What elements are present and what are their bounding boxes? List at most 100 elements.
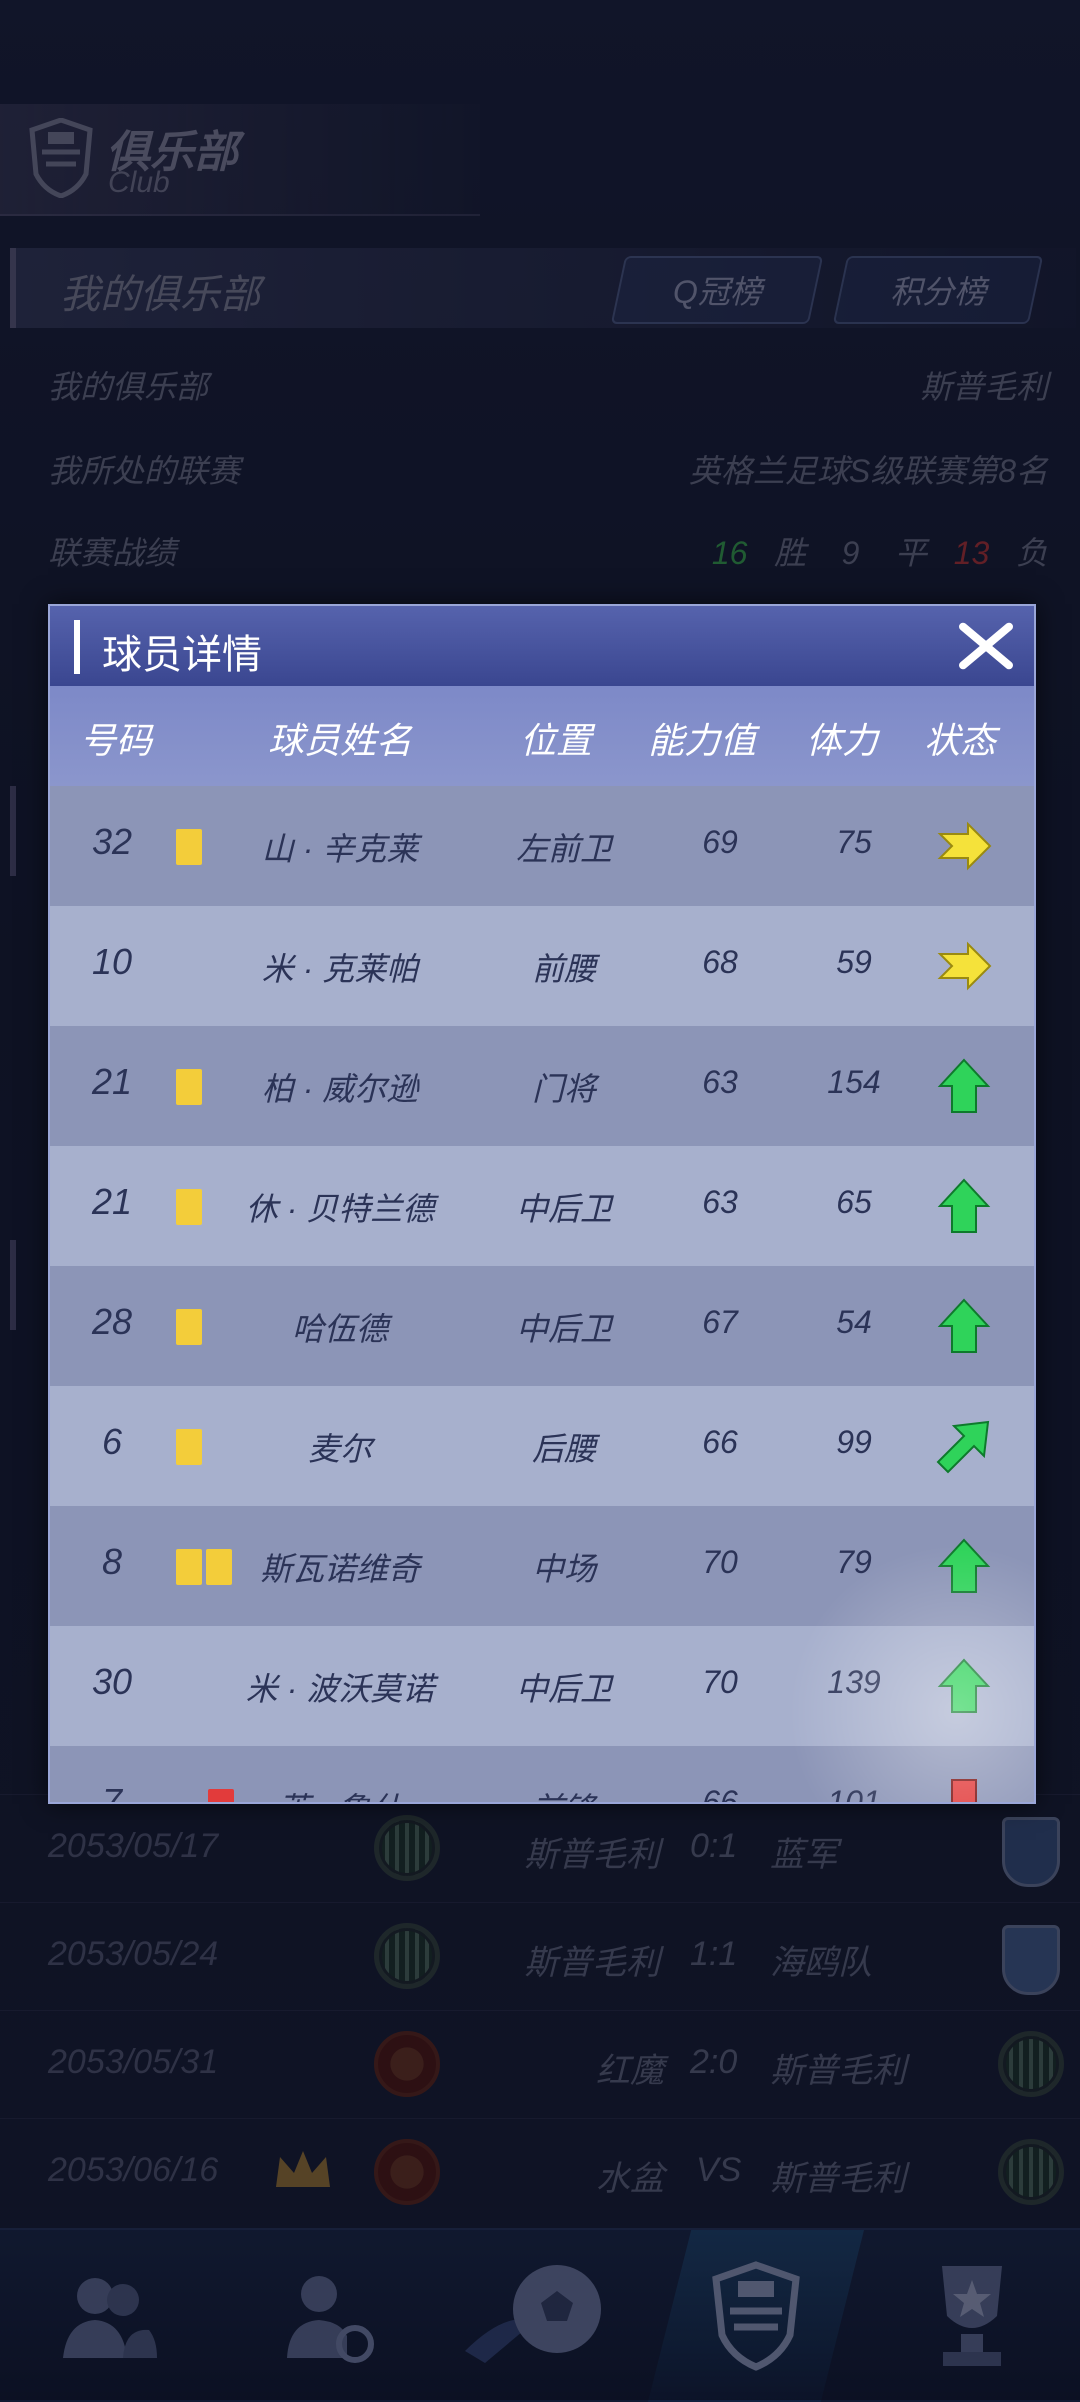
column-stamina: 体力 — [805, 720, 879, 761]
player-row[interactable]: 32 山 · 辛克莱 左前卫 69 75 — [50, 786, 1034, 906]
player-row[interactable]: 10 米 · 克莱帕 前腰 68 59 — [50, 906, 1034, 1026]
player-number: 6 — [101, 1421, 123, 1462]
player-number: 32 — [91, 821, 133, 862]
match-date: 2053/06/16 — [48, 2151, 219, 2189]
info-label: 我的俱乐部 — [48, 369, 209, 405]
wins-count: 16 — [711, 535, 748, 571]
league-record: 16 胜 9 平 13 负 — [712, 528, 1048, 574]
red-card-icon — [208, 1789, 234, 1802]
player-stamina: 75 — [836, 824, 872, 860]
match-date: 2053/05/24 — [48, 1935, 219, 1973]
status-arrow-right-icon — [937, 821, 992, 871]
player-name: 麦尔 — [307, 1431, 373, 1467]
draws-count: 9 — [841, 535, 860, 571]
yellow-card-icon — [176, 1069, 202, 1105]
bottom-navigation — [0, 2228, 1080, 2402]
player-position: 门将 — [531, 1071, 597, 1107]
column-position: 位置 — [519, 720, 593, 761]
crown-ranking-label: Q冠榜 — [672, 274, 762, 310]
player-row[interactable]: 6 麦尔 后腰 66 99 — [50, 1386, 1034, 1506]
match-row[interactable]: 2053/05/31 红魔 2:0 斯普毛利 — [0, 2010, 1080, 2117]
column-rating: 能力值 — [647, 720, 757, 761]
club-header: 俱乐部 Club — [0, 104, 480, 216]
yellow-card-icon — [206, 1549, 232, 1585]
club-badge-icon — [374, 1923, 440, 1989]
match-away: 斯普毛利 — [770, 2160, 906, 2198]
player-name: 米 · 克莱帕 — [261, 951, 419, 987]
player-stamina: 54 — [836, 1304, 872, 1340]
player-row[interactable]: 28 哈伍德 中后卫 67 54 — [50, 1266, 1034, 1386]
match-row[interactable]: 2053/06/16 水盆 VS 斯普毛利 — [0, 2118, 1080, 2225]
status-arrow-up-icon — [937, 1058, 991, 1113]
player-row[interactable]: 21 休 · 贝特兰德 中后卫 63 65 — [50, 1146, 1034, 1266]
status-arrow-up-icon — [937, 1178, 991, 1233]
match-row[interactable]: 2053/05/24 斯普毛利 1:1 海鸥队 — [0, 1902, 1080, 2009]
player-position: 中后卫 — [515, 1311, 613, 1347]
player-rating: 66 — [702, 1784, 738, 1802]
info-row-my-club: 我的俱乐部 斯普毛利 — [48, 352, 1048, 412]
yellow-card-icon — [176, 1429, 202, 1465]
section-marker — [10, 786, 16, 876]
player-rating: 63 — [702, 1064, 738, 1100]
player-stamina: 154 — [827, 1064, 881, 1100]
player-list[interactable]: 32 山 · 辛克莱 左前卫 69 75 10 米 · 克莱帕 前腰 68 59 21 柏 · 威尔逊… — [50, 786, 1034, 1802]
player-name: 休 · 贝特兰德 — [245, 1191, 435, 1227]
match-date: 2053/05/17 — [48, 1827, 219, 1865]
column-name: 球员姓名 — [267, 720, 413, 761]
status-arrow-right-icon — [937, 941, 992, 991]
player-name: 哈伍德 — [291, 1311, 389, 1347]
player-row[interactable]: 8 斯瓦诺维奇 中场 70 79 — [50, 1506, 1034, 1626]
nav-team[interactable] — [0, 2230, 216, 2402]
player-position: 前腰 — [531, 951, 597, 987]
player-stamina: 99 — [836, 1424, 872, 1460]
info-row-record: 联赛战绩 16 胜 9 平 13 负 — [48, 518, 1048, 578]
team-icon — [63, 2278, 157, 2358]
nav-transfer[interactable] — [216, 2230, 432, 2402]
player-rating: 67 — [702, 1304, 738, 1340]
points-table-label: 积分榜 — [889, 274, 986, 310]
crown-ranking-button[interactable]: Q冠榜 — [610, 256, 824, 324]
player-position: 后腰 — [531, 1431, 597, 1467]
nav-match[interactable] — [432, 2230, 648, 2402]
modal-title: 球员详情 — [102, 633, 262, 677]
match-away: 蓝军 — [770, 1836, 838, 1874]
player-number: 21 — [91, 1181, 133, 1222]
info-value: 英格兰足球S级联赛第8名 — [688, 453, 1048, 489]
close-icon[interactable] — [956, 616, 1016, 676]
player-name: 斯瓦诺维奇 — [259, 1551, 421, 1587]
info-label: 我所处的联赛 — [48, 453, 241, 489]
club-badge-icon — [998, 2031, 1064, 2097]
match-date: 2053/05/31 — [48, 2043, 219, 2081]
opponent-badge-icon — [1002, 1925, 1060, 1995]
status-arrow-up-icon — [937, 1538, 991, 1593]
player-number: 21 — [91, 1061, 133, 1102]
nav-club[interactable] — [648, 2230, 864, 2402]
yellow-card-icon — [176, 1309, 202, 1345]
trophy-icon — [942, 2266, 1002, 2366]
player-row[interactable]: 30 米 · 波沃莫诺 中后卫 70 139 — [50, 1626, 1034, 1746]
yellow-card-icon — [176, 1189, 202, 1225]
player-name: 山 · 辛克莱 — [261, 831, 419, 867]
match-score: 2:0 — [690, 2043, 738, 2081]
column-number: 号码 — [79, 720, 153, 761]
player-position: 中后卫 — [515, 1191, 613, 1227]
opponent-badge-icon — [374, 2031, 440, 2097]
table-header: 号码 球员姓名 位置 能力值 体力 状态 — [50, 686, 1034, 789]
player-stamina: 79 — [836, 1544, 872, 1580]
match-row[interactable]: 2053/05/17 斯普毛利 0:1 蓝军 — [0, 1794, 1080, 1901]
points-table-button[interactable]: 积分榜 — [832, 256, 1044, 324]
player-stamina: 59 — [836, 944, 872, 980]
nav-trophy[interactable] — [864, 2230, 1080, 2402]
match-away: 海鸥队 — [770, 1944, 872, 1982]
match-score: VS — [696, 2151, 742, 2189]
my-club-section-title: 我的俱乐部 — [60, 273, 260, 317]
player-row[interactable]: 21 柏 · 威尔逊 门将 63 154 — [50, 1026, 1034, 1146]
player-details-modal: 球员详情 号码 球员姓名 位置 能力值 体力 状态 32 山 · 辛克莱 左前卫 69… — [48, 604, 1036, 1804]
club-badge-icon — [374, 1815, 440, 1881]
player-row[interactable]: 7 莱 · 鲁什 前锋 66 101 — [50, 1746, 1034, 1802]
player-rating: 66 — [702, 1424, 738, 1460]
player-stamina: 139 — [827, 1664, 881, 1700]
status-arrow-up-icon — [937, 1658, 991, 1713]
player-position: 中场 — [531, 1551, 597, 1587]
player-number: 7 — [101, 1781, 123, 1802]
